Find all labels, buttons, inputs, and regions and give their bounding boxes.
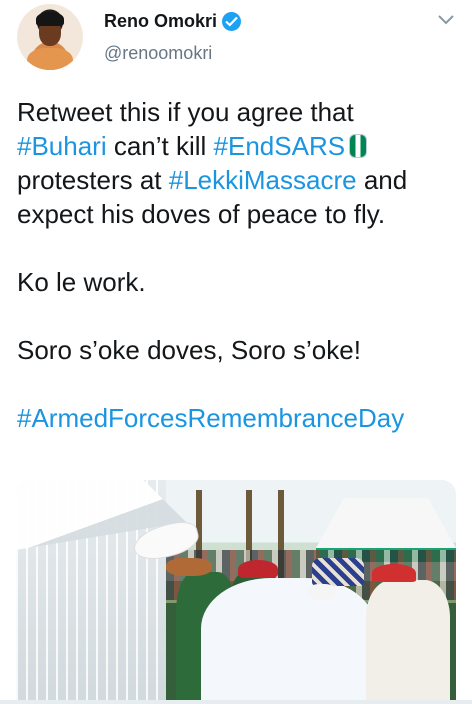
tweet-line: Retweet this if you agree that — [17, 95, 462, 129]
chevron-down-icon[interactable] — [438, 14, 454, 26]
tweet-photo[interactable] — [16, 480, 456, 704]
hashtag-buhari[interactable]: #Buhari — [17, 131, 107, 161]
divider — [0, 700, 472, 704]
author-name[interactable]: Reno Omokri — [104, 11, 217, 32]
verified-badge-icon — [222, 12, 241, 31]
hashtag-endsars[interactable]: #EndSARS — [214, 131, 346, 161]
tweet-text-segment: Retweet this if you agree that — [17, 97, 354, 127]
tweet-line: expect his doves of peace to fly. — [17, 197, 462, 231]
tweet-line: #Buhari can’t kill #EndSARS — [17, 129, 462, 163]
hands — [166, 558, 212, 576]
face-mask — [308, 584, 336, 600]
tweet-header: Reno Omokri @renoomokri — [0, 0, 472, 80]
tweet-line: protesters at #LekkiMassacre and — [17, 163, 462, 197]
tent — [316, 498, 456, 548]
tweet-text-segment: Soro s’oke doves, Soro s’oke! — [17, 335, 361, 365]
tweet-line: Soro s’oke doves, Soro s’oke! — [17, 333, 462, 367]
officer — [366, 580, 450, 704]
avatar-hair — [36, 12, 64, 26]
nigeria-flag-fist-icon — [349, 134, 368, 158]
tweet-text-segment: and — [356, 165, 408, 195]
beret — [238, 560, 278, 578]
tweet-text-segment: expect his doves of peace to fly. — [17, 199, 386, 229]
tweet-text: Retweet this if you agree that #Buhari c… — [17, 95, 462, 435]
tweet-line: #ArmedForcesRemembranceDay — [17, 401, 462, 435]
white-robe — [201, 578, 376, 704]
author-handle[interactable]: @renoomokri — [104, 43, 212, 64]
tweet-line: Ko le work. — [17, 265, 462, 299]
officer-cap — [372, 564, 416, 582]
tweet-text-segment: Ko le work. — [17, 267, 146, 297]
avatar[interactable] — [17, 4, 83, 70]
hashtag-armedforcesremembranceday[interactable]: #ArmedForcesRemembranceDay — [17, 403, 404, 433]
tweet-text-segment: can’t kill — [106, 131, 214, 161]
embroidered-cap — [312, 558, 364, 586]
tweet-text-segment: protesters at — [17, 165, 169, 195]
hashtag-lekkimassacre[interactable]: #LekkiMassacre — [169, 165, 357, 195]
avatar-shirt — [27, 48, 73, 70]
